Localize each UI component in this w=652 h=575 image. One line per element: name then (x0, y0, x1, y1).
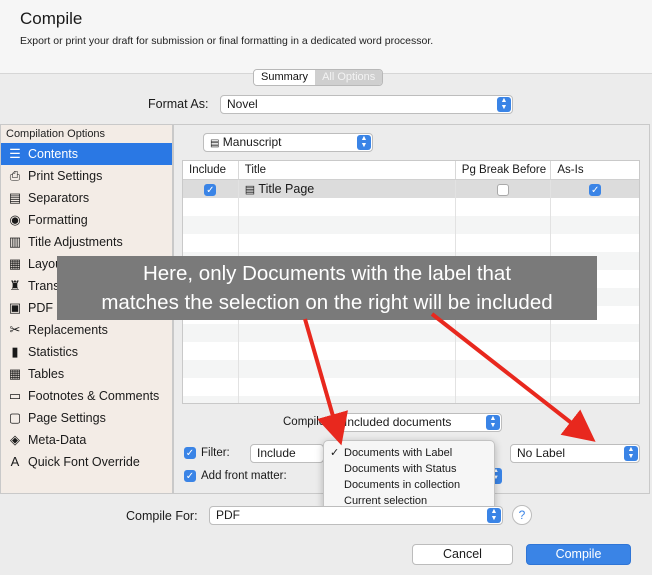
cancel-button[interactable]: Cancel (412, 544, 513, 565)
annotation-arrows (303, 312, 596, 446)
compile-for-popup[interactable]: PDF ▲ ▼ (209, 506, 503, 525)
compile-for-label: Compile For: (126, 509, 198, 523)
popup-arrows-icon: ▲ ▼ (487, 508, 501, 523)
compile-for-value: PDF (216, 508, 240, 522)
arrow-to-filter-menu (303, 318, 348, 446)
compile-button[interactable]: Compile (526, 544, 631, 565)
help-button[interactable]: ? (512, 505, 532, 525)
arrow-to-label-popup (430, 312, 596, 442)
